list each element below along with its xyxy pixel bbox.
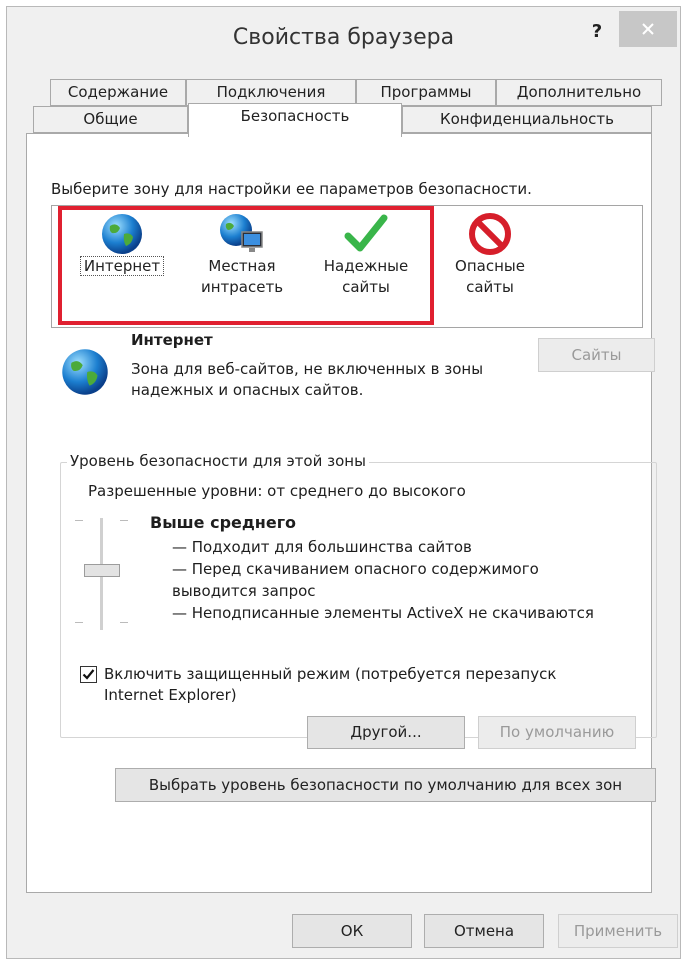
ok-button[interactable]: ОК (292, 914, 412, 948)
tab-programs[interactable]: Программы (356, 79, 496, 106)
protected-mode-checkbox[interactable] (80, 666, 97, 683)
tab-connections[interactable]: Подключения (186, 79, 356, 106)
security-bullet-1: — Подходит для большинства сайтов (172, 538, 472, 556)
window-title: Свойства браузера (232, 25, 455, 50)
cancel-button[interactable]: Отмена (424, 914, 544, 948)
security-bullet-3: — Неподписанные элементы ActiveX не скач… (172, 604, 594, 622)
zone-restricted-sites-line1: Опасные (455, 257, 525, 275)
zone-highlight-frame (58, 206, 434, 325)
close-icon (642, 23, 654, 35)
security-slider-thumb[interactable] (84, 564, 120, 577)
tab-advanced[interactable]: Дополнительно (496, 79, 662, 106)
selected-zone-title: Интернет (131, 331, 213, 349)
default-level-button[interactable]: По умолчанию (478, 716, 636, 749)
zone-restricted-sites[interactable]: Опасные сайты (440, 212, 540, 298)
security-bullet-2: — Перед скачиванием опасного содержимого (172, 560, 539, 578)
protected-mode-label-line2: Internet Explorer) (104, 686, 237, 704)
sites-button[interactable]: Сайты (538, 338, 655, 372)
tab-security[interactable]: Безопасность (188, 103, 402, 137)
selected-zone-globe-icon (62, 349, 108, 395)
selected-zone-desc-line2: надежных и опасных сайтов. (131, 381, 364, 399)
slider-tick (120, 520, 128, 521)
custom-level-button[interactable]: Другой... (307, 716, 465, 749)
slider-tick (75, 520, 83, 521)
protected-mode-label-line1: Включить защищенный режим (потребуется п… (104, 665, 557, 683)
tab-content[interactable]: Содержание (50, 79, 186, 106)
slider-tick (75, 622, 83, 623)
slider-tick (120, 622, 128, 623)
help-button[interactable]: ? (582, 17, 612, 47)
forbidden-icon (469, 213, 511, 255)
close-button[interactable] (619, 11, 677, 47)
allowed-levels-text: Разрешенные уровни: от среднего до высок… (88, 482, 466, 500)
check-icon (82, 669, 95, 680)
security-bullet-2-cont: выводится запрос (172, 582, 316, 600)
tab-privacy[interactable]: Конфиденциальность (402, 106, 652, 133)
apply-button[interactable]: Применить (558, 914, 678, 948)
security-level-group-title: Уровень безопасности для этой зоны (67, 452, 369, 470)
selected-zone-desc-line1: Зона для веб-сайтов, не включенных в зон… (131, 360, 484, 378)
security-level-name: Выше среднего (150, 513, 297, 532)
title-bar: Свойства браузера ? (7, 7, 680, 69)
tab-general[interactable]: Общие (33, 106, 188, 133)
zone-prompt: Выберите зону для настройки ее параметро… (51, 180, 532, 198)
reset-all-zones-button[interactable]: Выбрать уровень безопасности по умолчани… (115, 768, 656, 802)
zone-restricted-sites-line2: сайты (466, 278, 514, 296)
